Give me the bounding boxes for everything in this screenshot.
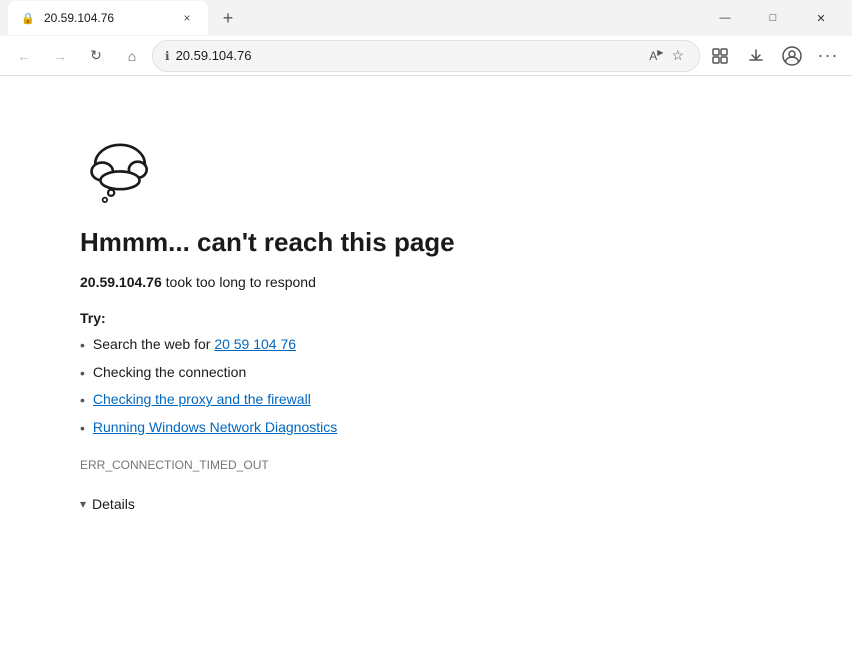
proxy-firewall-link[interactable]: Checking the proxy and the firewall — [93, 391, 311, 407]
details-button[interactable]: ▾ Details — [80, 496, 135, 512]
details-chevron-icon: ▾ — [80, 497, 86, 511]
details-label: Details — [92, 496, 135, 512]
error-subtitle-rest: took too long to respond — [162, 274, 316, 290]
address-bar: ← → ↻ ⌂ ℹ 20.59.104.76 A▶ ☆ ··· — [0, 36, 852, 76]
error-title: Hmmm... can't reach this page — [80, 227, 772, 258]
search-web-link[interactable]: 20 59 104 76 — [214, 336, 296, 352]
security-icon: ℹ — [165, 49, 170, 63]
list-item: Running Windows Network Diagnostics — [80, 419, 772, 439]
read-aloud-icon[interactable]: A▶ — [646, 48, 666, 63]
more-button[interactable]: ··· — [812, 40, 844, 72]
network-diagnostics-link[interactable]: Running Windows Network Diagnostics — [93, 419, 337, 435]
back-button[interactable]: ← — [8, 40, 40, 72]
tab-strip: 🔒 20.59.104.76 × + — [8, 1, 242, 35]
try-label: Try: — [80, 310, 772, 326]
list-item: Checking the proxy and the firewall — [80, 391, 772, 411]
title-bar: 🔒 20.59.104.76 × + — □ ✕ — [0, 0, 852, 36]
list-item: Checking the connection — [80, 364, 772, 384]
tab-title: 20.59.104.76 — [44, 11, 170, 25]
close-window-button[interactable]: ✕ — [798, 0, 844, 36]
list-item-text: Checking the connection — [93, 364, 246, 380]
url-text: 20.59.104.76 — [176, 48, 641, 63]
refresh-button[interactable]: ↻ — [80, 40, 112, 72]
error-host: 20.59.104.76 — [80, 274, 162, 290]
downloads-button[interactable] — [740, 40, 772, 72]
error-subtitle: 20.59.104.76 took too long to respond — [80, 274, 772, 290]
cloud-icon — [80, 136, 160, 206]
window-controls: — □ ✕ — [702, 0, 844, 36]
maximize-button[interactable]: □ — [750, 0, 796, 36]
error-code: ERR_CONNECTION_TIMED_OUT — [80, 458, 772, 472]
list-item: Search the web for 20 59 104 76 — [80, 336, 772, 356]
list-item-text: Search the web for 20 59 104 76 — [93, 336, 296, 352]
tab-close-button[interactable]: × — [178, 9, 196, 27]
minimize-button[interactable]: — — [702, 0, 748, 36]
try-list: Search the web for 20 59 104 76 Checking… — [80, 336, 772, 438]
tab-favicon: 🔒 — [20, 10, 36, 26]
profile-button[interactable] — [776, 40, 808, 72]
favorites-star-icon[interactable]: ☆ — [668, 47, 687, 64]
collections-button[interactable] — [704, 40, 736, 72]
address-bar-icons: A▶ ☆ — [646, 47, 687, 64]
new-tab-button[interactable]: + — [214, 4, 242, 32]
error-page: Hmmm... can't reach this page 20.59.104.… — [0, 76, 852, 662]
active-tab[interactable]: 🔒 20.59.104.76 × — [8, 1, 208, 35]
home-button[interactable]: ⌂ — [116, 40, 148, 72]
address-input[interactable]: ℹ 20.59.104.76 A▶ ☆ — [152, 40, 700, 72]
forward-button[interactable]: → — [44, 40, 76, 72]
